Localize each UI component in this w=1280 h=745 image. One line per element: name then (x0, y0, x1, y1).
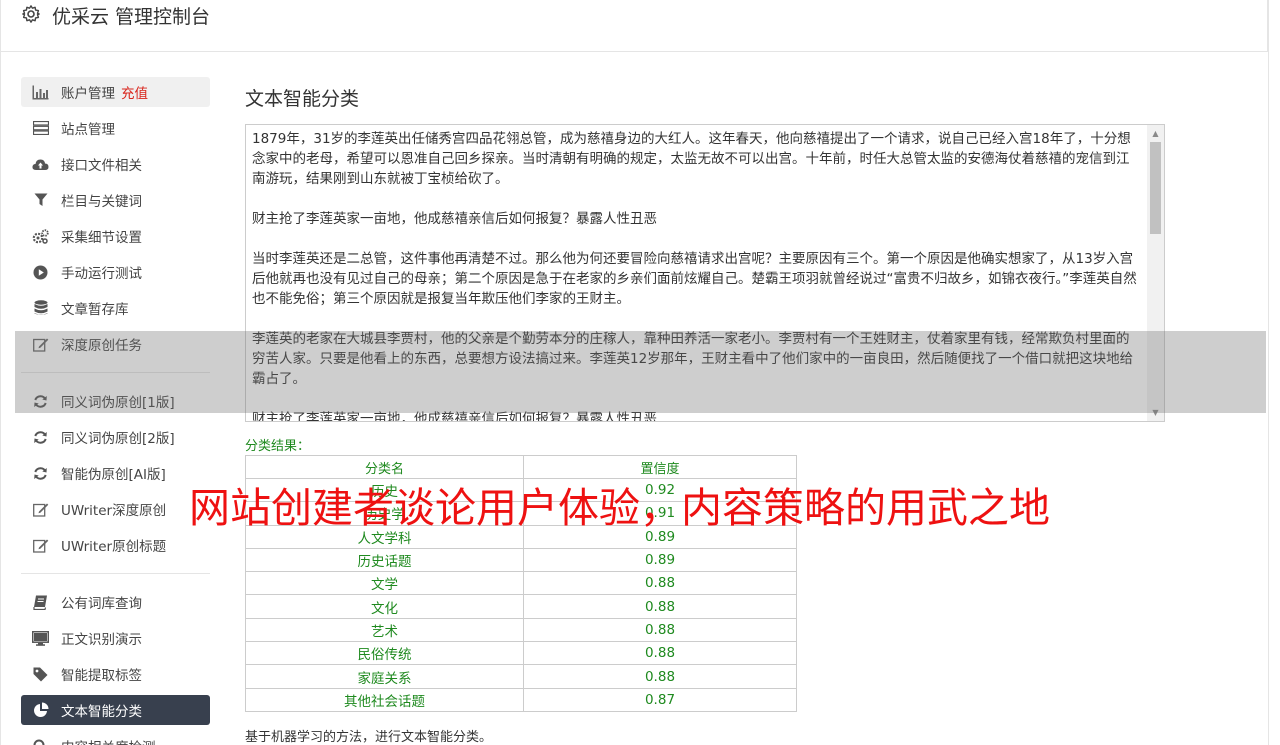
sidebar-item-label: 接口文件相关 (61, 158, 142, 174)
app-title: 优采云 管理控制台 (52, 6, 211, 28)
sidebar-item-label: 账户管理 (61, 86, 115, 102)
sidebar-item-synonym-v2[interactable]: 同义词伪原创[2版] (21, 422, 210, 452)
sidebar-item-label: 智能伪原创[AI版] (61, 467, 166, 483)
sidebar-item-sites[interactable]: 站点管理 (21, 113, 210, 143)
page-title: 文本智能分类 (245, 88, 360, 110)
confidence-cell: 0.88 (523, 617, 797, 643)
sidebar-item-label: 手动运行测试 (61, 266, 142, 282)
recharge-link[interactable]: 充值 (121, 82, 148, 102)
category-cell: 民俗传统 (245, 641, 524, 666)
sidebar-item-label: 栏目与关键词 (61, 194, 142, 210)
sidebar-item-tag-extract[interactable]: 智能提取标签 (21, 659, 210, 689)
category-cell: 其他社会话题 (245, 687, 524, 712)
article-paragraph: 当时李莲英还是二总管，这件事他再清楚不过。那么他为何还要冒险向慈禧请求出宫呢？主… (252, 251, 1137, 307)
sidebar-item-ai-rewrite[interactable]: 智能伪原创[AI版] (21, 458, 210, 488)
sidebar-item-text-classify[interactable]: 文本智能分类 (21, 695, 210, 725)
sidebar-item-label: UWriter原创标题 (61, 539, 167, 555)
cogs-icon (32, 228, 49, 245)
category-cell: 文化 (245, 594, 524, 619)
page: 优采云 管理控制台 账户管理 充值 站点管理 接口文件相关 栏目与关键词 采集细… (0, 0, 1280, 745)
cloud-upload-icon (32, 156, 49, 173)
pie-chart-icon (32, 702, 49, 719)
sidebar-item-label: 站点管理 (61, 122, 115, 138)
category-cell: 文学 (245, 571, 524, 596)
sidebar-item-collect-settings[interactable]: 采集细节设置 (21, 221, 210, 251)
edit-icon (32, 501, 49, 518)
sidebar-item-label: 内容相关度检测 (61, 736, 156, 745)
sidebar-item-public-lexicon[interactable]: 公有词库查询 (21, 587, 210, 617)
sidebar-item-relevance-check[interactable]: 内容相关度检测 (21, 731, 210, 745)
confidence-cell: 0.88 (523, 664, 797, 689)
sidebar-item-label: 正文识别演示 (61, 632, 142, 648)
sidebar-item-label: 同义词伪原创[2版] (61, 431, 175, 447)
bar-chart-icon (32, 84, 49, 101)
monitor-icon (32, 630, 49, 647)
top-header: 优采云 管理控制台 (0, 0, 1268, 52)
confidence-cell: 0.88 (523, 571, 797, 596)
sidebar-item-columns-keywords[interactable]: 栏目与关键词 (21, 185, 210, 215)
sidebar-item-label: 文本智能分类 (61, 704, 142, 720)
table-row: 文化 0.88 (245, 594, 797, 619)
sidebar-item-interface-files[interactable]: 接口文件相关 (21, 149, 210, 179)
search-icon (32, 738, 49, 745)
book-icon (32, 594, 49, 611)
edit-icon (32, 537, 49, 554)
overlay-band (15, 331, 1266, 413)
confidence-cell: 0.87 (523, 687, 797, 712)
sidebar-item-label: 文章暂存库 (61, 302, 129, 318)
filter-icon (32, 192, 49, 209)
table-row: 家庭关系 0.88 (245, 664, 797, 689)
table-row: 其他社会话题 0.87 (245, 687, 797, 712)
article-paragraph: 1879年，31岁的李莲英出任储秀宫四品花翎总管，成为慈禧身边的大红人。这年春天… (252, 131, 1131, 187)
scroll-up-arrow-icon[interactable]: ▲ (1147, 125, 1164, 142)
table-row: 历史话题 0.89 (245, 547, 797, 573)
refresh-icon (32, 465, 49, 482)
left-border (0, 52, 1, 745)
sidebar-item-article-storage[interactable]: 文章暂存库 (21, 293, 210, 323)
sidebar-item-body-recognition[interactable]: 正文识别演示 (21, 623, 210, 653)
sidebar-item-manual-run[interactable]: 手动运行测试 (21, 257, 210, 287)
tag-icon (32, 666, 49, 683)
sidebar-item-uwriter-title[interactable]: UWriter原创标题 (21, 530, 210, 560)
play-circle-icon (32, 264, 49, 281)
category-cell: 家庭关系 (245, 664, 524, 689)
table-row: 艺术 0.88 (245, 617, 797, 643)
sidebar-item-label: UWriter深度原创 (61, 503, 167, 519)
sidebar-item-uwriter-deep[interactable]: UWriter深度原创 (21, 494, 210, 524)
table-row: 文学 0.88 (245, 571, 797, 596)
sidebar-divider (21, 573, 210, 574)
sidebar-item-label: 公有词库查询 (61, 596, 142, 612)
sidebar-item-account[interactable]: 账户管理 充值 (21, 77, 210, 107)
database-icon (32, 300, 49, 317)
watermark-text: 网站创建者谈论用户体验，内容策略的用武之地 (189, 484, 1050, 532)
confidence-cell: 0.88 (523, 641, 797, 666)
category-cell: 历史话题 (245, 547, 524, 573)
sidebar-item-label: 采集细节设置 (61, 230, 142, 246)
server-icon (32, 120, 49, 137)
result-label: 分类结果： (245, 439, 311, 454)
method-note: 基于机器学习的方法，进行文本智能分类。 (245, 730, 493, 745)
sidebar-item-label: 智能提取标签 (61, 668, 142, 684)
article-paragraph: 财主抢了李莲英家一亩地，他成慈禧亲信后如何报复？暴露人性丑恶 (252, 211, 657, 227)
right-border (1268, 0, 1269, 745)
confidence-cell: 0.89 (523, 547, 797, 573)
refresh-icon (32, 429, 49, 446)
table-row: 民俗传统 0.88 (245, 641, 797, 666)
scroll-thumb[interactable] (1150, 142, 1161, 234)
confidence-cell: 0.88 (523, 594, 797, 619)
gear-icon (22, 5, 40, 23)
category-cell: 艺术 (245, 617, 524, 643)
